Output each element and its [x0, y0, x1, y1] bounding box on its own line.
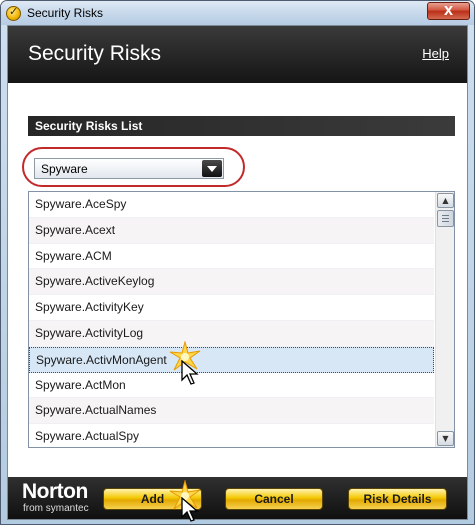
section-header: Security Risks List	[28, 116, 455, 136]
risks-list-rows: Spyware.AceSpy Spyware.Acext Spyware.ACM…	[29, 192, 434, 447]
list-item[interactable]: Spyware.ActiveKeylog	[29, 269, 434, 296]
risk-details-button[interactable]: Risk Details	[348, 488, 447, 510]
list-item[interactable]: Spyware.ActivityKey	[29, 295, 434, 321]
list-item[interactable]: Spyware.AceSpy	[29, 192, 434, 218]
list-scrollbar[interactable]: ▲ ▼	[435, 192, 454, 447]
footer-bar: Norton from symantec Add Cancel Risk Det…	[8, 477, 467, 519]
close-button[interactable]: X	[427, 2, 470, 20]
add-button[interactable]: Add	[103, 488, 202, 510]
risk-category-dropdown[interactable]: Spyware	[34, 158, 224, 179]
help-link[interactable]: Help	[422, 46, 449, 61]
title-bar[interactable]: Security Risks X	[1, 1, 474, 25]
list-item[interactable]: Spyware.ActualNames	[29, 398, 434, 425]
logo-wordmark: Norton	[22, 480, 88, 503]
scroll-thumb[interactable]	[437, 210, 454, 227]
window-title: Security Risks	[27, 6, 104, 20]
page-title: Security Risks	[28, 42, 162, 65]
page-header: Security Risks Help	[8, 26, 467, 83]
list-item-selected[interactable]: Spyware.ActivMonAgent	[29, 346, 434, 373]
security-risks-window: Security Risks X Security Risks Help Sec…	[0, 0, 475, 525]
list-item[interactable]: Spyware.ActivityLog	[29, 320, 434, 347]
list-item[interactable]: Spyware.ACM	[29, 244, 434, 270]
list-item[interactable]: Spyware.Acext	[29, 217, 434, 244]
scroll-up-icon[interactable]: ▲	[437, 193, 454, 208]
list-item[interactable]: Spyware.ActMon	[29, 373, 434, 399]
norton-logo: Norton from symantec	[22, 480, 89, 515]
cancel-button[interactable]: Cancel	[225, 488, 323, 510]
dialog-body: Security Risks Help Security Risks List …	[7, 25, 468, 520]
risks-list[interactable]: Spyware.AceSpy Spyware.Acext Spyware.ACM…	[28, 191, 455, 448]
list-item[interactable]: Spyware.ActualSpy	[29, 424, 434, 447]
section-title: Security Risks List	[35, 119, 143, 133]
norton-check-icon	[6, 5, 21, 21]
dropdown-selected-value: Spyware	[41, 162, 88, 176]
chevron-down-icon[interactable]	[202, 160, 222, 177]
scroll-down-icon[interactable]: ▼	[437, 431, 454, 446]
logo-tagline: from symantec	[23, 503, 89, 514]
